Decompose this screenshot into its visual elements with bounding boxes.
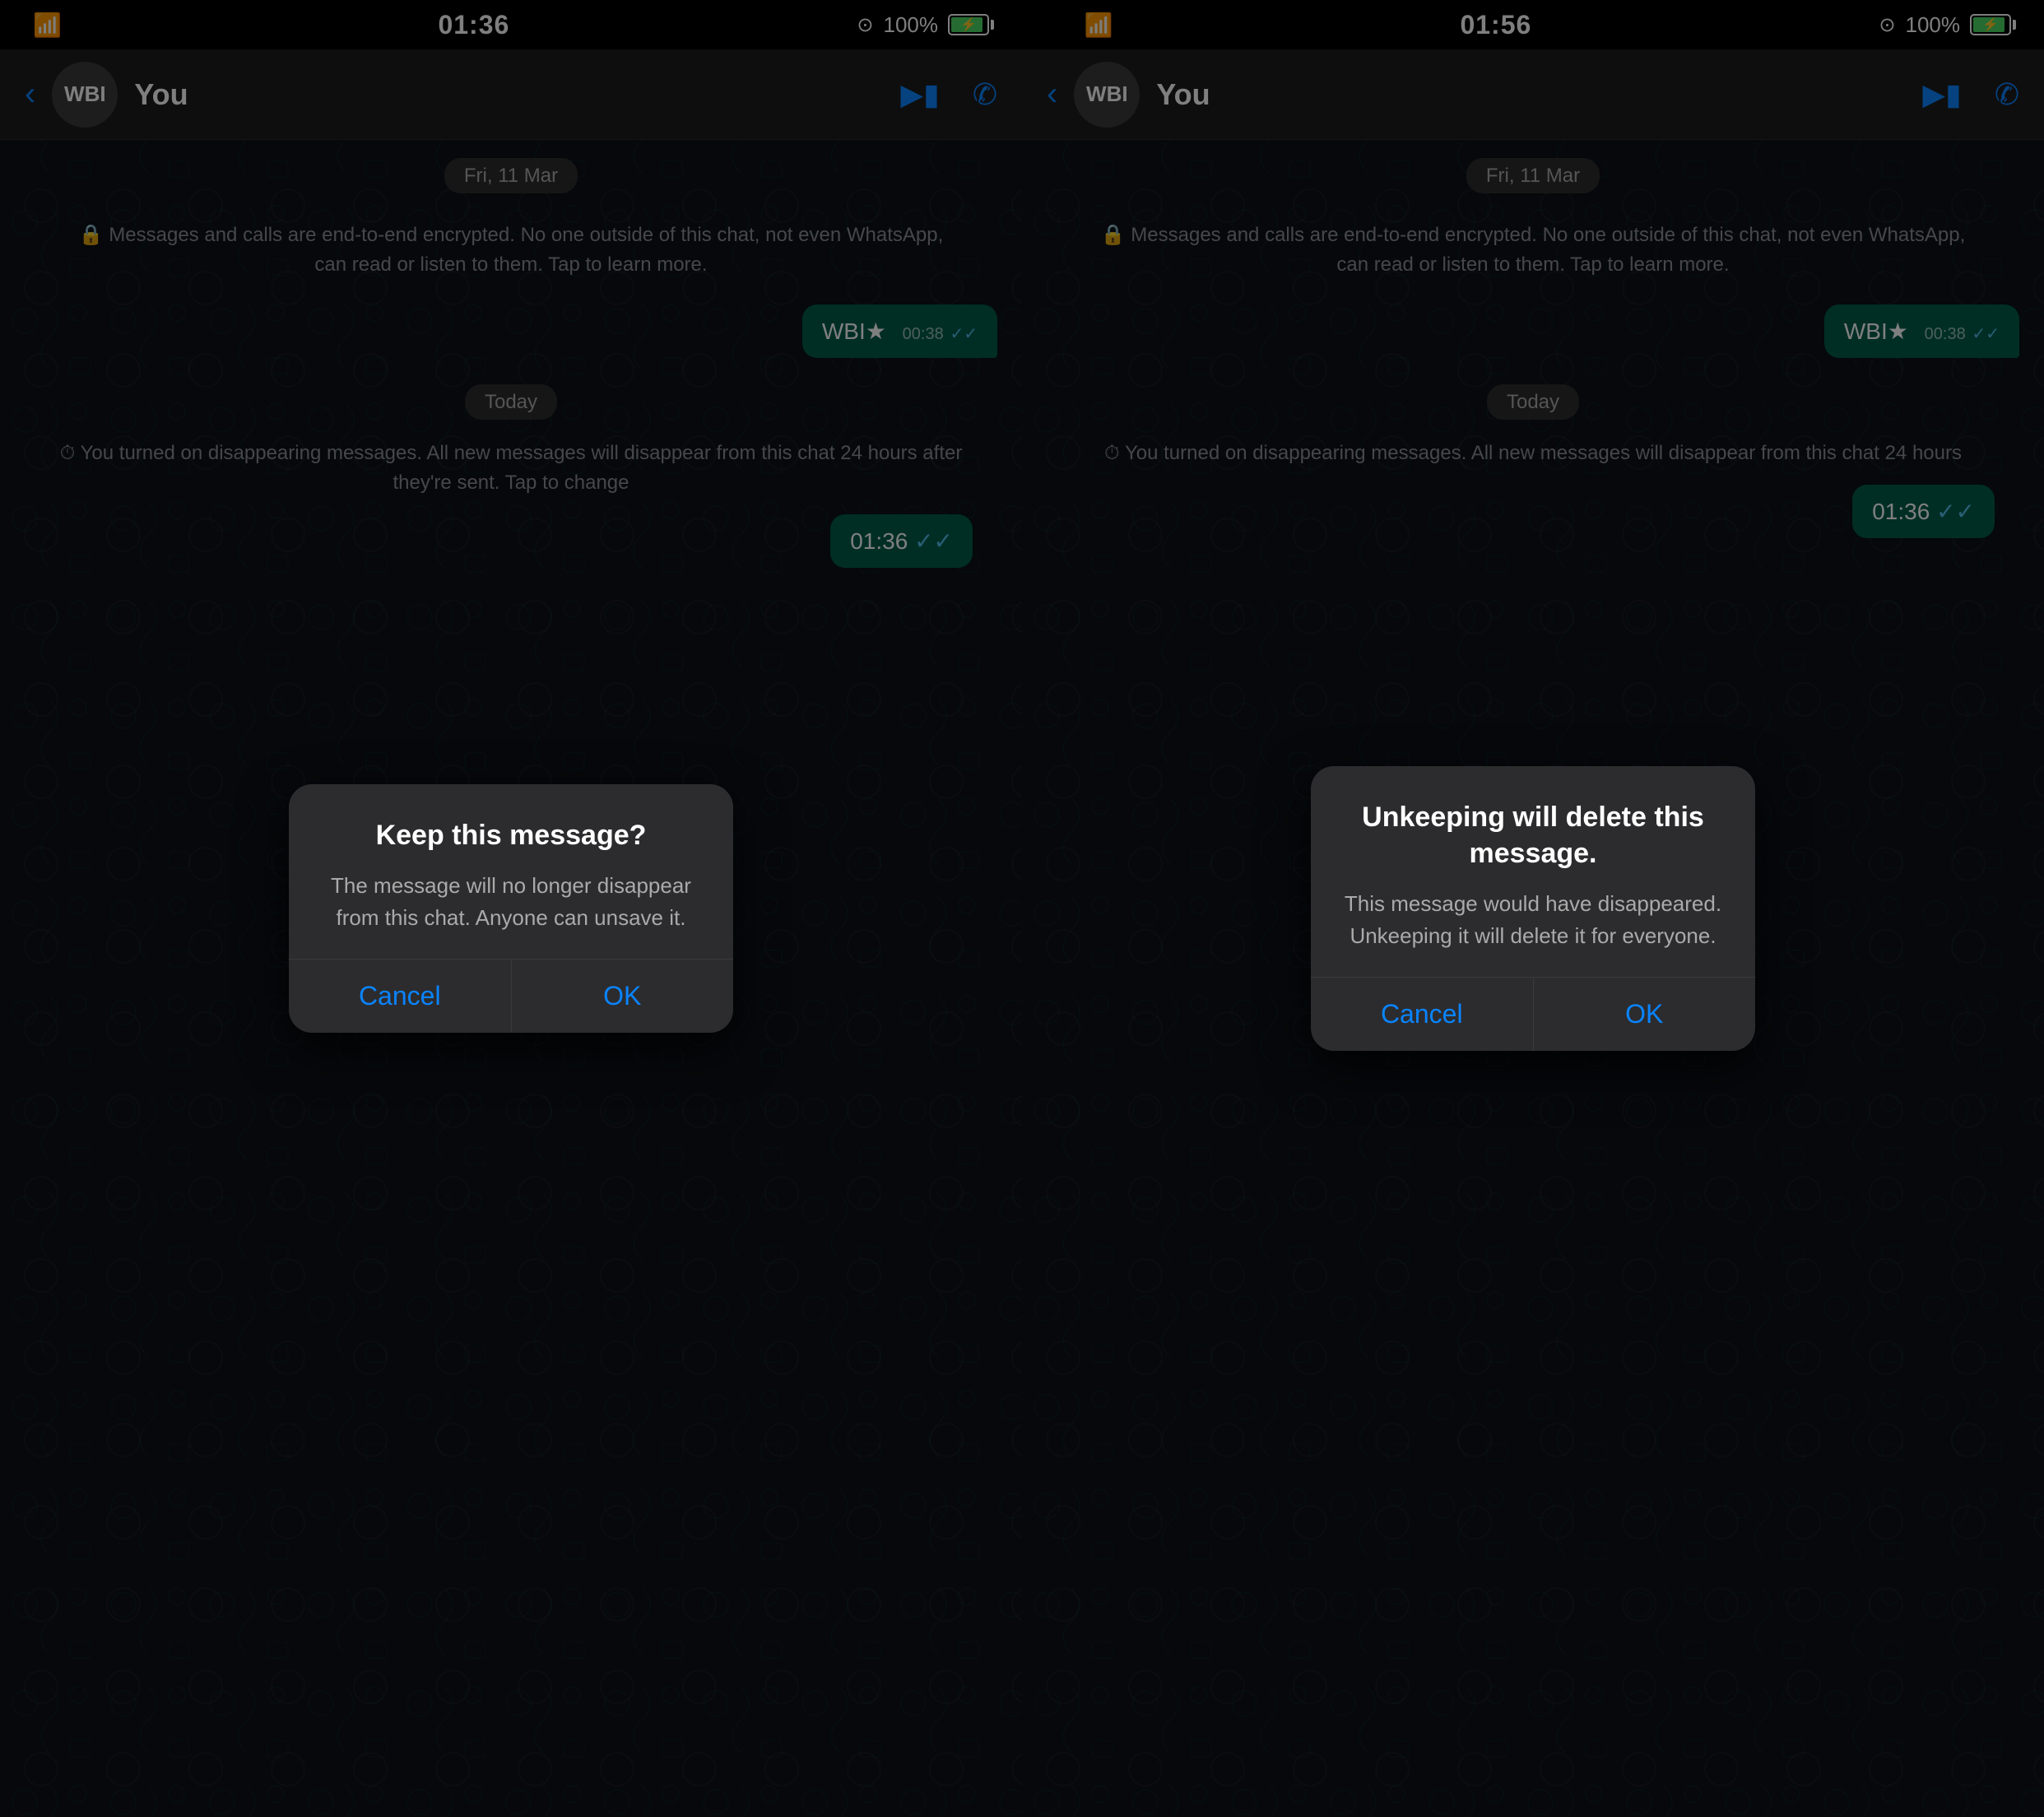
dialog-overlay-right: Unkeeping will delete this message. This…	[1022, 0, 2044, 1817]
ok-button-right[interactable]: OK	[1534, 978, 1756, 1051]
dialog-content-right: Unkeeping will delete this message. This…	[1311, 766, 1755, 977]
unkeeping-dialog: Unkeeping will delete this message. This…	[1311, 766, 1755, 1051]
dialog-buttons-left: Cancel OK	[289, 959, 733, 1033]
dialog-content-left: Keep this message? The message will no l…	[289, 784, 733, 959]
cancel-button-left[interactable]: Cancel	[289, 960, 512, 1033]
left-phone-panel: 📶 ✈ 01:36 ⊙ 100% ⚡ ‹ WBI You ▶▮ ✆	[0, 0, 1022, 1817]
dialog-title-left: Keep this message?	[322, 817, 700, 853]
dialog-overlay-left: Keep this message? The message will no l…	[0, 0, 1022, 1817]
dialog-message-right: This message would have disappeared. Unk…	[1344, 888, 1722, 952]
dialog-buttons-right: Cancel OK	[1311, 977, 1755, 1051]
cancel-button-right[interactable]: Cancel	[1311, 978, 1534, 1051]
dialog-title-right: Unkeeping will delete this message.	[1344, 799, 1722, 871]
keep-message-dialog: Keep this message? The message will no l…	[289, 784, 733, 1033]
right-phone-panel: ✈ 📶 01:56 ⊙ 100% ⚡ ‹ WBI You ▶▮ ✆	[1022, 0, 2044, 1817]
ok-button-left[interactable]: OK	[512, 960, 734, 1033]
dialog-message-left: The message will no longer disappear fro…	[322, 870, 700, 934]
